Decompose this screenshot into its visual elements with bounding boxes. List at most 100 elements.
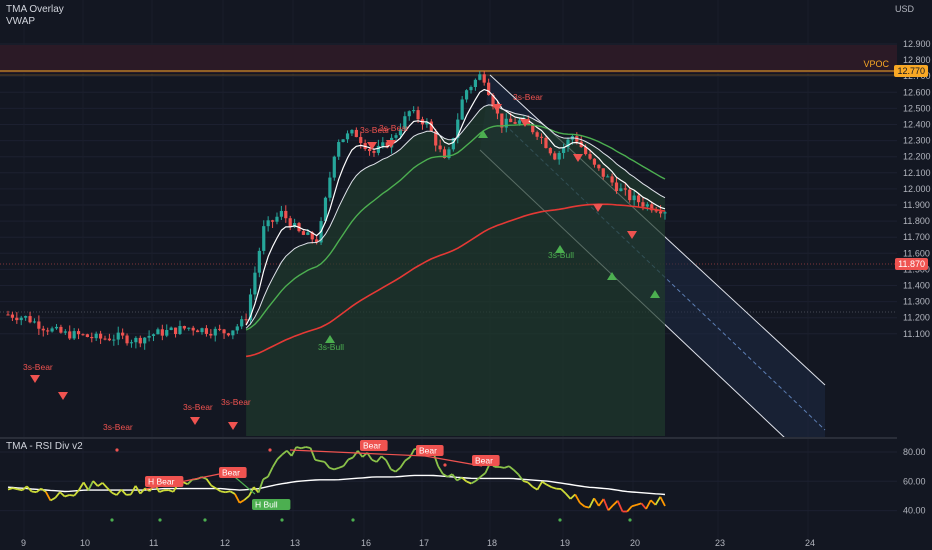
rsi-segment: [17, 488, 23, 492]
rsi-dot: [203, 518, 207, 522]
candle-body: [544, 137, 548, 149]
candle-body: [209, 333, 213, 336]
candle-body: [438, 145, 442, 150]
candle-body: [301, 231, 306, 235]
candle-body: [592, 158, 597, 165]
time-tick-label: 20: [630, 538, 640, 548]
candle-body: [632, 195, 636, 201]
candle-body: [24, 316, 28, 318]
rsi-legend[interactable]: TMA - RSI Div v2: [6, 441, 83, 452]
candle-body: [138, 337, 142, 344]
candle-body: [531, 125, 535, 133]
rsi-segment: [319, 460, 325, 463]
candle-body: [487, 82, 491, 96]
indicator-legend-1[interactable]: TMA Overlay: [6, 4, 64, 15]
candle-body: [54, 326, 59, 329]
candle-body: [68, 331, 72, 339]
candle-body: [372, 151, 376, 153]
candle-body: [266, 220, 270, 227]
rsi-dot: [110, 518, 114, 522]
candle-body: [610, 176, 614, 183]
candle-body: [134, 337, 138, 343]
rsi-dot: [558, 518, 562, 522]
candle-body: [337, 142, 341, 157]
candle-body: [129, 342, 134, 344]
candle-body: [218, 328, 222, 330]
candle-body: [412, 110, 416, 112]
candle-body: [416, 110, 420, 120]
candle-body: [588, 154, 592, 159]
rsi-tick-label: 60.00: [903, 476, 926, 486]
h-bear-label: H Bear: [148, 477, 175, 487]
rsi-dot: [280, 518, 284, 522]
rsi-segment: [31, 490, 37, 494]
vpoc-price-tag: 12.770: [894, 65, 928, 77]
candle-body: [407, 111, 411, 117]
price-tick-label: 12.300: [903, 136, 931, 146]
value-area-band: [0, 45, 897, 73]
candle-body: [464, 90, 469, 100]
candle-body: [107, 338, 112, 341]
candle-body: [85, 334, 89, 338]
candle-body: [270, 220, 275, 222]
candle-body: [658, 211, 663, 214]
candle-body: [623, 188, 627, 190]
candle-body: [354, 129, 358, 138]
time-tick-label: 9: [21, 538, 26, 548]
rsi-segment: [12, 487, 18, 491]
candle-body: [279, 210, 283, 217]
candle-body: [90, 337, 94, 339]
candle-body: [328, 177, 332, 198]
candle-body: [350, 129, 354, 134]
bear-label: 3s-Bear: [221, 397, 251, 407]
candle-body: [116, 332, 120, 340]
candle-body: [204, 328, 209, 334]
candle-body: [200, 328, 204, 333]
candle-body: [535, 132, 539, 137]
candle-body: [50, 328, 54, 332]
bear-div-label: Bear: [419, 446, 437, 456]
rsi-segment: [314, 459, 321, 462]
candle-body: [332, 156, 336, 178]
price-tick-label: 11.700: [903, 232, 930, 242]
price-tick-label: 11.900: [903, 200, 930, 210]
candle-body: [597, 164, 601, 169]
candle-body: [473, 79, 477, 88]
candle-body: [94, 333, 98, 339]
price-tick-label: 11.800: [903, 216, 930, 226]
price-tick-label: 11.100: [903, 329, 930, 339]
rsi-segment: [631, 504, 637, 508]
candle-body: [257, 250, 261, 273]
time-tick-label: 17: [419, 538, 429, 548]
time-tick-label: 16: [361, 538, 371, 548]
rsi-dot: [443, 463, 447, 467]
candle-body: [103, 338, 107, 340]
indicator-legend-2[interactable]: VWAP: [6, 16, 35, 27]
candle-body: [143, 337, 147, 344]
candle-body: [367, 149, 372, 152]
candle-body: [619, 188, 623, 192]
rsi-segment: [305, 446, 311, 449]
price-tick-label: 12.800: [903, 55, 931, 65]
bear-label: 3s-Bear: [103, 422, 133, 432]
currency-label: USD: [894, 4, 914, 14]
candle-body: [19, 317, 23, 321]
candle-body: [222, 329, 226, 334]
chart-canvas[interactable]: 3s-Bear 3s-Bear 3s-Bear 3s-Bear 3s-Bear 3s-Be…: [0, 0, 932, 550]
candle-body: [601, 168, 605, 177]
candle-body: [156, 329, 160, 335]
candle-body: [381, 142, 385, 146]
candle-body: [606, 176, 610, 178]
candle-body: [187, 327, 191, 329]
candle-body: [539, 136, 544, 138]
rsi-dot: [628, 518, 632, 522]
candle-body: [253, 272, 257, 295]
candle-body: [213, 328, 217, 336]
time-tick-label: 19: [560, 538, 570, 548]
rsi-dot: [351, 518, 355, 522]
candle-body: [165, 330, 169, 336]
candle-body: [147, 335, 151, 338]
bear-label: 3s-Bear: [379, 123, 409, 133]
price-tick-label: 12.200: [903, 152, 931, 162]
rsi-segment: [499, 466, 505, 469]
